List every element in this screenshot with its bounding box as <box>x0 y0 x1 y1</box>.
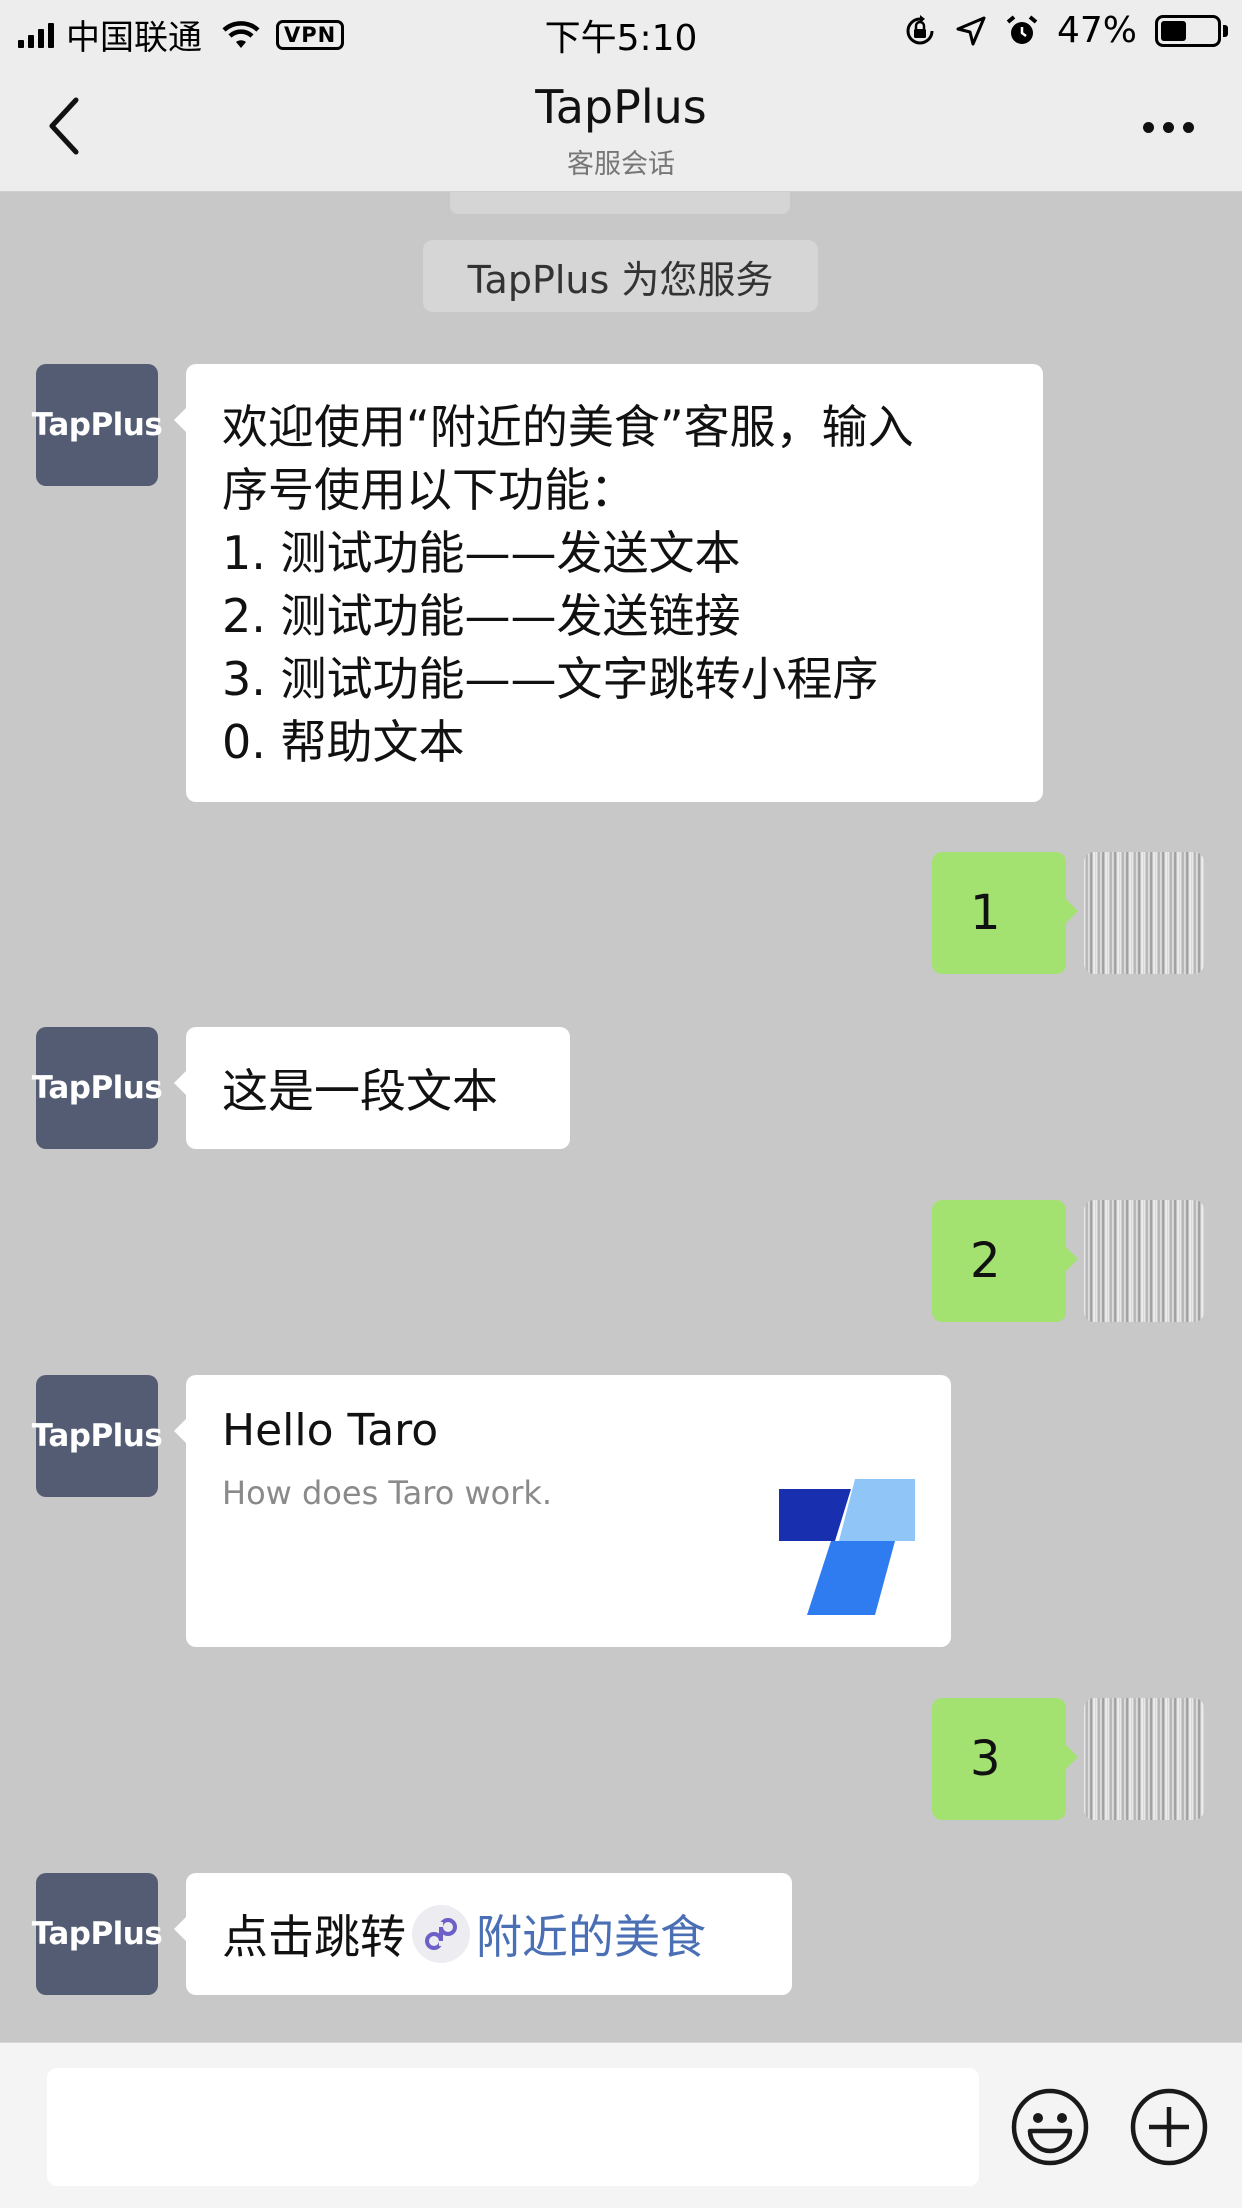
chat-area[interactable]: TapPlus 为您服务 TapPlus 欢迎使用“附近的美食”客服，输入 序号… <box>0 192 1242 2042</box>
user-message[interactable]: 2 <box>932 1200 1078 1322</box>
bot-avatar[interactable]: TapPlus <box>32 364 163 486</box>
bot-avatar[interactable]: TapPlus <box>32 1375 163 1497</box>
mini-program-icon[interactable] <box>412 1905 470 1963</box>
user-avatar[interactable] <box>1084 1698 1204 1820</box>
user-avatar[interactable] <box>1084 852 1204 974</box>
emoji-icon[interactable] <box>1010 2087 1090 2167</box>
plus-circle-icon[interactable] <box>1129 2087 1209 2167</box>
previous-system-notice <box>450 192 790 214</box>
link-card[interactable]: Hello Taro How does Taro work. <box>174 1375 951 1647</box>
status-right: 47% <box>903 10 1228 51</box>
more-icon[interactable] <box>1143 122 1194 133</box>
welcome-line: 欢迎使用“附近的美食”客服，输入 <box>222 400 914 454</box>
bot-avatar[interactable]: TapPlus <box>32 1873 163 1995</box>
welcome-line: 1. 测试功能——发送文本 <box>222 526 741 580</box>
battery-percent: 47% <box>1056 10 1137 51</box>
mini-program-message[interactable]: 点击跳转 附近的美食 <box>174 1873 792 1995</box>
welcome-line: 3. 测试功能——文字跳转小程序 <box>222 652 879 706</box>
welcome-line: 2. 测试功能——发送链接 <box>222 589 741 643</box>
status-bar: 中国联通 VPN 下午5:10 47% <box>0 0 1242 62</box>
location-arrow-icon <box>956 16 986 45</box>
user-avatar[interactable] <box>1084 1200 1204 1322</box>
link-card-title: Hello Taro <box>222 1405 439 1456</box>
mini-program-link[interactable]: 附近的美食 <box>476 1901 706 1967</box>
input-bar <box>0 2042 1242 2208</box>
page-subtitle: 客服会话 <box>567 149 675 180</box>
system-notice: TapPlus 为您服务 <box>423 240 818 312</box>
user-message[interactable]: 1 <box>932 852 1078 974</box>
page-title: TapPlus <box>535 80 707 134</box>
alarm-icon <box>1006 14 1038 44</box>
orientation-lock-icon <box>906 14 934 44</box>
bot-avatar[interactable]: TapPlus <box>32 1027 163 1149</box>
nav-bar: TapPlus 客服会话 <box>0 62 1242 192</box>
welcome-line: 序号使用以下功能： <box>222 463 636 517</box>
battery-icon <box>1155 14 1228 47</box>
taro-logo-thumbnail <box>779 1479 915 1615</box>
battery-fill <box>1161 20 1187 41</box>
message-input[interactable] <box>47 2068 979 2186</box>
welcome-message[interactable]: 欢迎使用“附近的美食”客服，输入 序号使用以下功能： 1. 测试功能——发送文本… <box>174 364 1043 802</box>
welcome-line: 0. 帮助文本 <box>222 715 465 769</box>
jump-prefix: 点击跳转 <box>222 1910 406 1964</box>
user-message[interactable]: 3 <box>932 1698 1078 1820</box>
bot-text-message[interactable]: 这是一段文本 <box>174 1027 570 1149</box>
